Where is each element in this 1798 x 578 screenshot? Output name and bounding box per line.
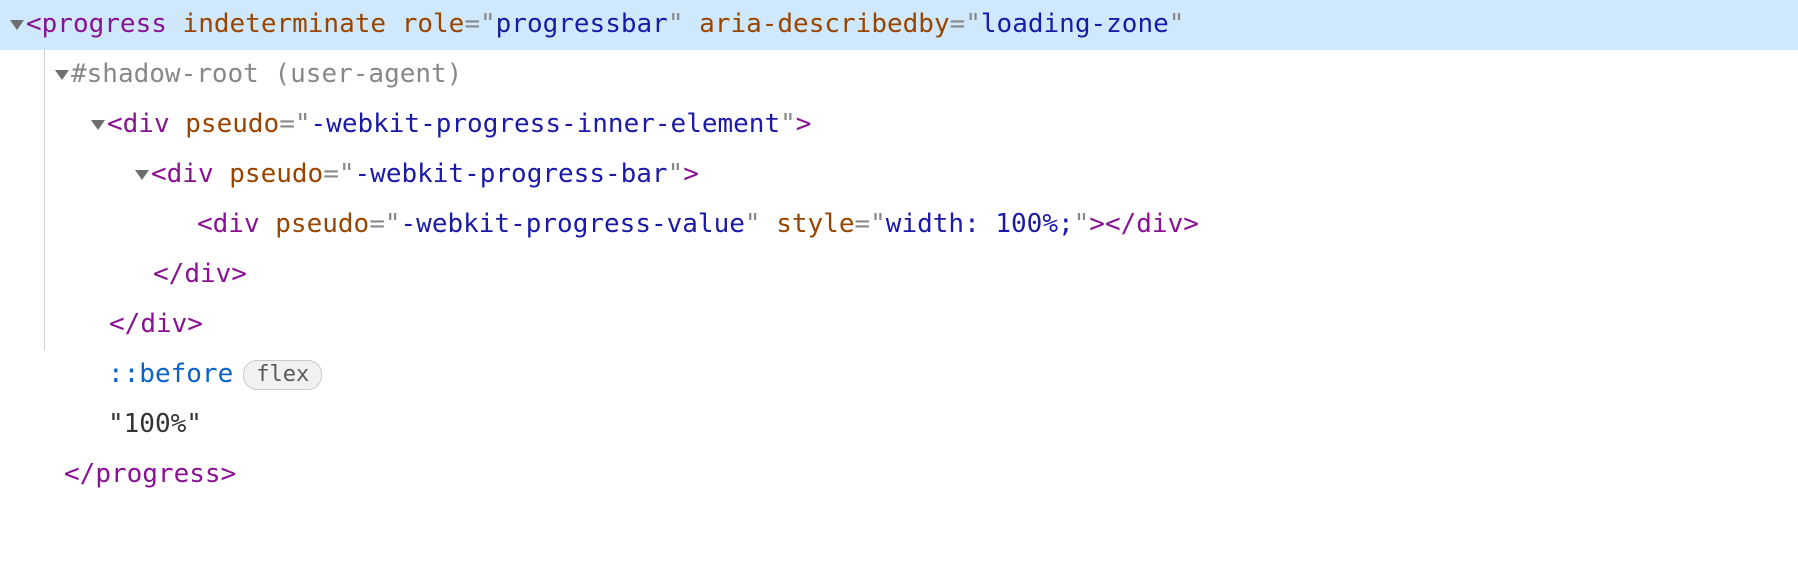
angle-open: < — [109, 300, 125, 349]
attr-value: -webkit-progress-bar — [355, 150, 668, 199]
slash: / — [125, 300, 141, 349]
quote: " — [668, 150, 684, 199]
dom-tree-line-6[interactable]: </div> — [0, 250, 1798, 300]
attr-name: aria-describedby — [699, 0, 949, 49]
quote: " — [339, 150, 355, 199]
attr-value: -webkit-progress-value — [401, 200, 745, 249]
angle-close: > — [231, 250, 247, 299]
quote: " — [186, 400, 202, 449]
attr-name: role — [402, 0, 465, 49]
dom-tree-line-8[interactable]: ::before flex — [0, 350, 1798, 400]
quote: " — [385, 200, 401, 249]
angle-open: < — [107, 100, 123, 149]
slash: / — [1121, 200, 1137, 249]
tag-name: progress — [42, 0, 167, 49]
attr-value: progressbar — [496, 0, 668, 49]
dom-tree-line-3[interactable]: <div pseudo="-webkit-progress-inner-elem… — [0, 100, 1798, 150]
expand-arrow-icon[interactable] — [8, 20, 26, 30]
angle-open: < — [197, 200, 213, 249]
equals: = — [950, 0, 966, 49]
equals: = — [369, 200, 385, 249]
angle-close: > — [1183, 200, 1199, 249]
equals: = — [464, 0, 480, 49]
dom-tree-line-2[interactable]: #shadow-root (user-agent) — [0, 50, 1798, 100]
equals: = — [854, 200, 870, 249]
tag-name: div — [167, 150, 214, 199]
dom-tree-line-5[interactable]: <div pseudo="-webkit-progress-value" sty… — [0, 200, 1798, 250]
close-tag-name: div — [184, 250, 231, 299]
slash: / — [169, 250, 185, 299]
quote: " — [965, 0, 981, 49]
equals: = — [323, 150, 339, 199]
quote: " — [745, 200, 761, 249]
angle-close: > — [796, 100, 812, 149]
dom-tree-line-9[interactable]: "100%" — [0, 400, 1798, 450]
angle-open: < — [64, 450, 80, 499]
angle-open: < — [26, 0, 42, 49]
tag-name: div — [213, 200, 260, 249]
slash: / — [80, 450, 96, 499]
angle-open: < — [153, 250, 169, 299]
text-node: 100% — [124, 400, 187, 449]
quote: " — [780, 100, 796, 149]
dom-tree-line-10[interactable]: </progress> — [0, 450, 1798, 500]
angle-close: > — [683, 150, 699, 199]
close-tag-name: progress — [95, 450, 220, 499]
angle-open: < — [1105, 200, 1121, 249]
quote: " — [1074, 200, 1090, 249]
dom-tree-line-1[interactable]: <progress indeterminate role="progressba… — [0, 0, 1798, 50]
attr-name: pseudo — [275, 200, 369, 249]
shadow-root-label: #shadow-root (user-agent) — [71, 50, 462, 99]
expand-arrow-icon[interactable] — [53, 70, 71, 80]
quote: " — [108, 400, 124, 449]
attr-value: width: 100%; — [886, 200, 1074, 249]
tag-name: div — [123, 100, 170, 149]
quote: " — [668, 0, 684, 49]
angle-close: > — [187, 300, 203, 349]
attr-name: style — [776, 200, 854, 249]
dom-tree-line-4[interactable]: <div pseudo="-webkit-progress-bar"> — [0, 150, 1798, 200]
angle-close: > — [221, 450, 237, 499]
expand-arrow-icon[interactable] — [89, 120, 107, 130]
quote: " — [870, 200, 886, 249]
quote: " — [480, 0, 496, 49]
attr-value: loading-zone — [981, 0, 1169, 49]
attr-name: indeterminate — [183, 0, 387, 49]
attr-value: -webkit-progress-inner-element — [311, 100, 781, 149]
display-badge: flex — [243, 360, 322, 391]
close-tag-name: div — [140, 300, 187, 349]
close-tag-name: div — [1136, 200, 1183, 249]
attr-name: pseudo — [229, 150, 323, 199]
quote: " — [295, 100, 311, 149]
expand-arrow-icon[interactable] — [133, 170, 151, 180]
dom-tree-line-7[interactable]: </div> — [0, 300, 1798, 350]
angle-close: > — [1089, 200, 1105, 249]
pseudo-element: ::before — [108, 350, 233, 399]
equals: = — [279, 100, 295, 149]
angle-open: < — [151, 150, 167, 199]
quote: " — [1169, 0, 1185, 49]
attr-name: pseudo — [185, 100, 279, 149]
